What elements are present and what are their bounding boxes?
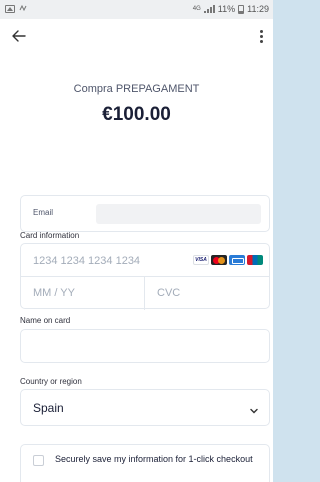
card-cvc-input[interactable]: CVC (145, 277, 269, 310)
card-brands: VISA (193, 255, 263, 265)
card-number-placeholder: 1234 1234 1234 1234 (33, 255, 141, 267)
email-value[interactable] (96, 204, 261, 224)
save-info-option: Securely save my information for 1-click… (20, 444, 270, 482)
email-label: Email (33, 208, 54, 217)
back-arrow-icon[interactable] (8, 25, 30, 47)
amex-icon (229, 255, 245, 265)
card-info-label: Card information (20, 231, 80, 240)
status-bar: 4G 11% 11:29 (0, 0, 273, 19)
card-info-group: 1234 1234 1234 1234 VISA MM / YY CVC (20, 243, 270, 310)
card-expiry-input[interactable]: MM / YY (21, 277, 145, 310)
expiry-placeholder: MM / YY (33, 287, 75, 299)
signal-icon (203, 5, 215, 13)
battery-percent: 11% (217, 4, 236, 14)
name-label: Name on card (20, 316, 71, 325)
status-left (5, 4, 28, 14)
card-number-input[interactable]: 1234 1234 1234 1234 VISA (21, 244, 269, 277)
battery-icon (238, 4, 245, 14)
visa-icon: VISA (193, 255, 209, 265)
network-label: 4G (192, 6, 201, 12)
checkout-screen: 4G 11% 11:29 Compra PREPAGAMENT €100.00 … (0, 0, 273, 482)
clock: 11:29 (247, 4, 269, 14)
country-select[interactable]: Spain (20, 389, 270, 426)
nfc-icon (19, 4, 28, 14)
merchant-name: Compra PREPAGAMENT (73, 83, 200, 95)
unionpay-icon (247, 255, 263, 265)
country-label: Country or region (20, 377, 82, 386)
more-vert-icon[interactable] (253, 25, 269, 47)
country-value: Spain (33, 401, 64, 415)
chevron-down-icon (249, 403, 259, 414)
status-right: 4G 11% 11:29 (193, 4, 269, 14)
payment-amount: €100.00 (102, 104, 171, 125)
email-field[interactable]: Email (20, 195, 270, 232)
name-on-card-input[interactable] (20, 329, 270, 363)
app-bar (0, 19, 273, 55)
save-info-label[interactable]: Securely save my information for 1-click… (55, 454, 260, 465)
mastercard-icon (211, 255, 227, 265)
gallery-icon (5, 5, 15, 13)
save-info-checkbox[interactable] (33, 455, 44, 466)
cvc-placeholder: CVC (157, 287, 181, 299)
